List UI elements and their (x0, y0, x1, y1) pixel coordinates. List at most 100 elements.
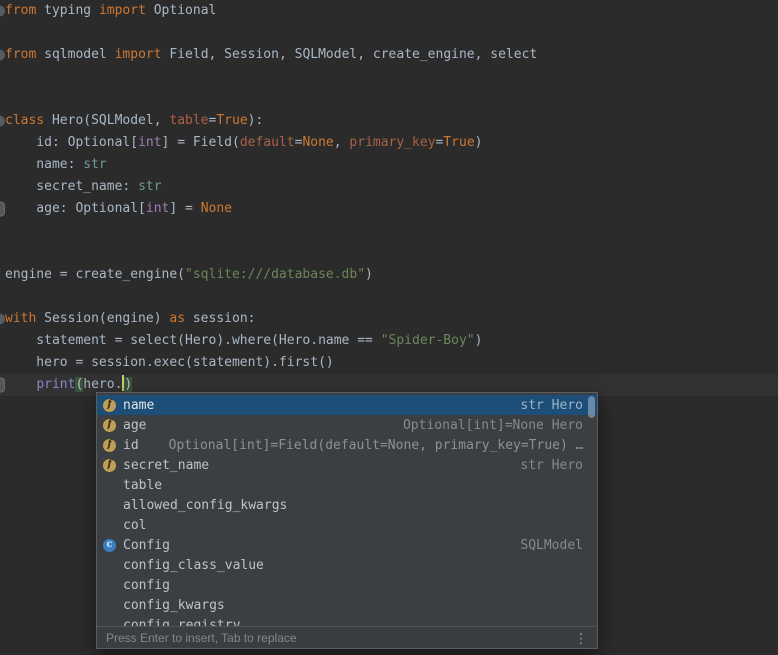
completion-type-hint: str Hero (520, 398, 583, 413)
completion-label: config (123, 578, 170, 593)
completion-label: name (123, 398, 154, 413)
code-token: ] = (169, 201, 200, 216)
completion-item[interactable]: table (97, 475, 597, 495)
code-token: ) (475, 333, 483, 348)
code-line[interactable]: secret_name: str (0, 176, 778, 198)
icon-spacer (103, 619, 116, 627)
code-token: default (240, 135, 295, 150)
code-token: primary_key (349, 135, 435, 150)
completion-hint: Press Enter to insert, Tab to replace (106, 631, 297, 645)
class-icon: c (103, 539, 116, 552)
code-line[interactable]: engine = create_engine("sqlite:///databa… (0, 264, 778, 286)
field-icon: f (103, 459, 116, 472)
code-token: int (138, 135, 161, 150)
completion-label: id (123, 438, 139, 453)
completion-item[interactable]: config (97, 575, 597, 595)
code-token: Session(engine) (36, 311, 169, 326)
code-token: table (169, 113, 208, 128)
code-line[interactable]: from typing import Optional (0, 0, 778, 22)
completion-list: fnamestr HerofageOptional[int]=None Hero… (97, 393, 597, 626)
icon-spacer (103, 499, 116, 512)
code-line[interactable]: statement = select(Hero).where(Hero.name… (0, 330, 778, 352)
completion-signature: Optional[int]=Field(default=None, primar… (169, 438, 584, 453)
code-line[interactable]: age: Optional[int] = None (0, 198, 778, 220)
completion-popup: fnamestr HerofageOptional[int]=None Hero… (96, 392, 598, 649)
code-token: "sqlite:///database.db" (185, 267, 365, 282)
icon-spacer (103, 479, 116, 492)
popup-scrollbar[interactable] (588, 396, 595, 418)
code-token: session: (185, 311, 255, 326)
completion-label: config_class_value (123, 558, 264, 573)
completion-label: config_registry (123, 618, 240, 627)
code-token: class (5, 113, 44, 128)
completion-item[interactable]: fname str Hero (97, 395, 597, 415)
icon-spacer (103, 599, 116, 612)
code-token: import (99, 3, 146, 18)
code-token: ] = Field( (162, 135, 240, 150)
completion-type-hint: SQLModel (520, 538, 583, 553)
code-line[interactable]: hero = session.exec(statement).first() (0, 352, 778, 374)
kebab-menu-icon[interactable]: ⋮ (574, 631, 588, 645)
code-area: from typing import Optional from sqlmodel… (0, 0, 778, 396)
code-token: name: (5, 157, 83, 172)
code-line[interactable]: id: Optional[int] = Field(default=None, … (0, 132, 778, 154)
completion-label: allowed_config_kwargs (123, 498, 287, 513)
code-token: hero. (83, 377, 122, 392)
code-line[interactable] (0, 286, 778, 308)
code-line[interactable] (0, 88, 778, 110)
code-token: Field, Session, SQLModel, create_engine,… (162, 47, 538, 62)
field-icon: f (103, 399, 116, 412)
code-token: ): (248, 113, 264, 128)
completion-item[interactable]: f secret_name str Hero (97, 455, 597, 475)
code-token: with (5, 311, 36, 326)
code-token: as (169, 311, 185, 326)
code-token: engine = create_engine( (5, 267, 185, 282)
code-line[interactable] (0, 66, 778, 88)
code-line[interactable] (0, 22, 778, 44)
code-token: typing (36, 3, 99, 18)
icon-spacer (103, 519, 116, 532)
completion-item[interactable]: config_class_value (97, 555, 597, 575)
code-token: print (36, 377, 75, 392)
completion-item[interactable]: cConfigSQLModel (97, 535, 597, 555)
completion-item[interactable]: config_registry (97, 615, 597, 626)
code-token: int (146, 201, 169, 216)
code-line[interactable]: with Session(engine) as session: (0, 308, 778, 330)
field-icon: f (103, 419, 116, 432)
code-token: ) (365, 267, 373, 282)
code-token: from (5, 47, 36, 62)
completion-item[interactable]: fage Optional[int]=None Hero (97, 415, 597, 435)
code-token: Hero(SQLModel, (44, 113, 169, 128)
completion-type-hint: Optional[int]=None Hero (403, 418, 583, 433)
completion-item[interactable]: config_kwargs (97, 595, 597, 615)
completion-label: age (123, 418, 146, 433)
code-line[interactable]: name: str (0, 154, 778, 176)
code-token: str (138, 179, 161, 194)
code-token: True (443, 135, 474, 150)
code-line[interactable]: class Hero(SQLModel, table=True): (0, 110, 778, 132)
completion-item[interactable]: allowed_config_kwargs (97, 495, 597, 515)
code-token: ) (475, 135, 483, 150)
icon-spacer (103, 559, 116, 572)
code-line[interactable]: from sqlmodel import Field, Session, SQL… (0, 44, 778, 66)
field-icon: f (103, 439, 116, 452)
completion-type-hint: str Hero (520, 458, 583, 473)
completion-label: table (123, 478, 162, 493)
code-token: None (201, 201, 232, 216)
code-token: None (302, 135, 333, 150)
completion-label: secret_name (123, 458, 209, 473)
completion-item[interactable]: fid Optional[int]=Field(default=None, pri… (97, 435, 597, 455)
code-token: ) (124, 377, 132, 392)
gutter-icon (0, 202, 5, 217)
completion-label: config_kwargs (123, 598, 225, 613)
code-token: statement = select(Hero).where(Hero.name… (5, 333, 381, 348)
gutter-icon (0, 378, 5, 393)
code-token: age: Optional[ (5, 201, 146, 216)
completion-item[interactable]: col (97, 515, 597, 535)
code-token: id: Optional[ (5, 135, 138, 150)
completion-label: col (123, 518, 146, 533)
code-line[interactable] (0, 242, 778, 264)
code-token (5, 377, 36, 392)
completion-footer: Press Enter to insert, Tab to replace ⋮ (97, 626, 597, 648)
code-line[interactable] (0, 220, 778, 242)
